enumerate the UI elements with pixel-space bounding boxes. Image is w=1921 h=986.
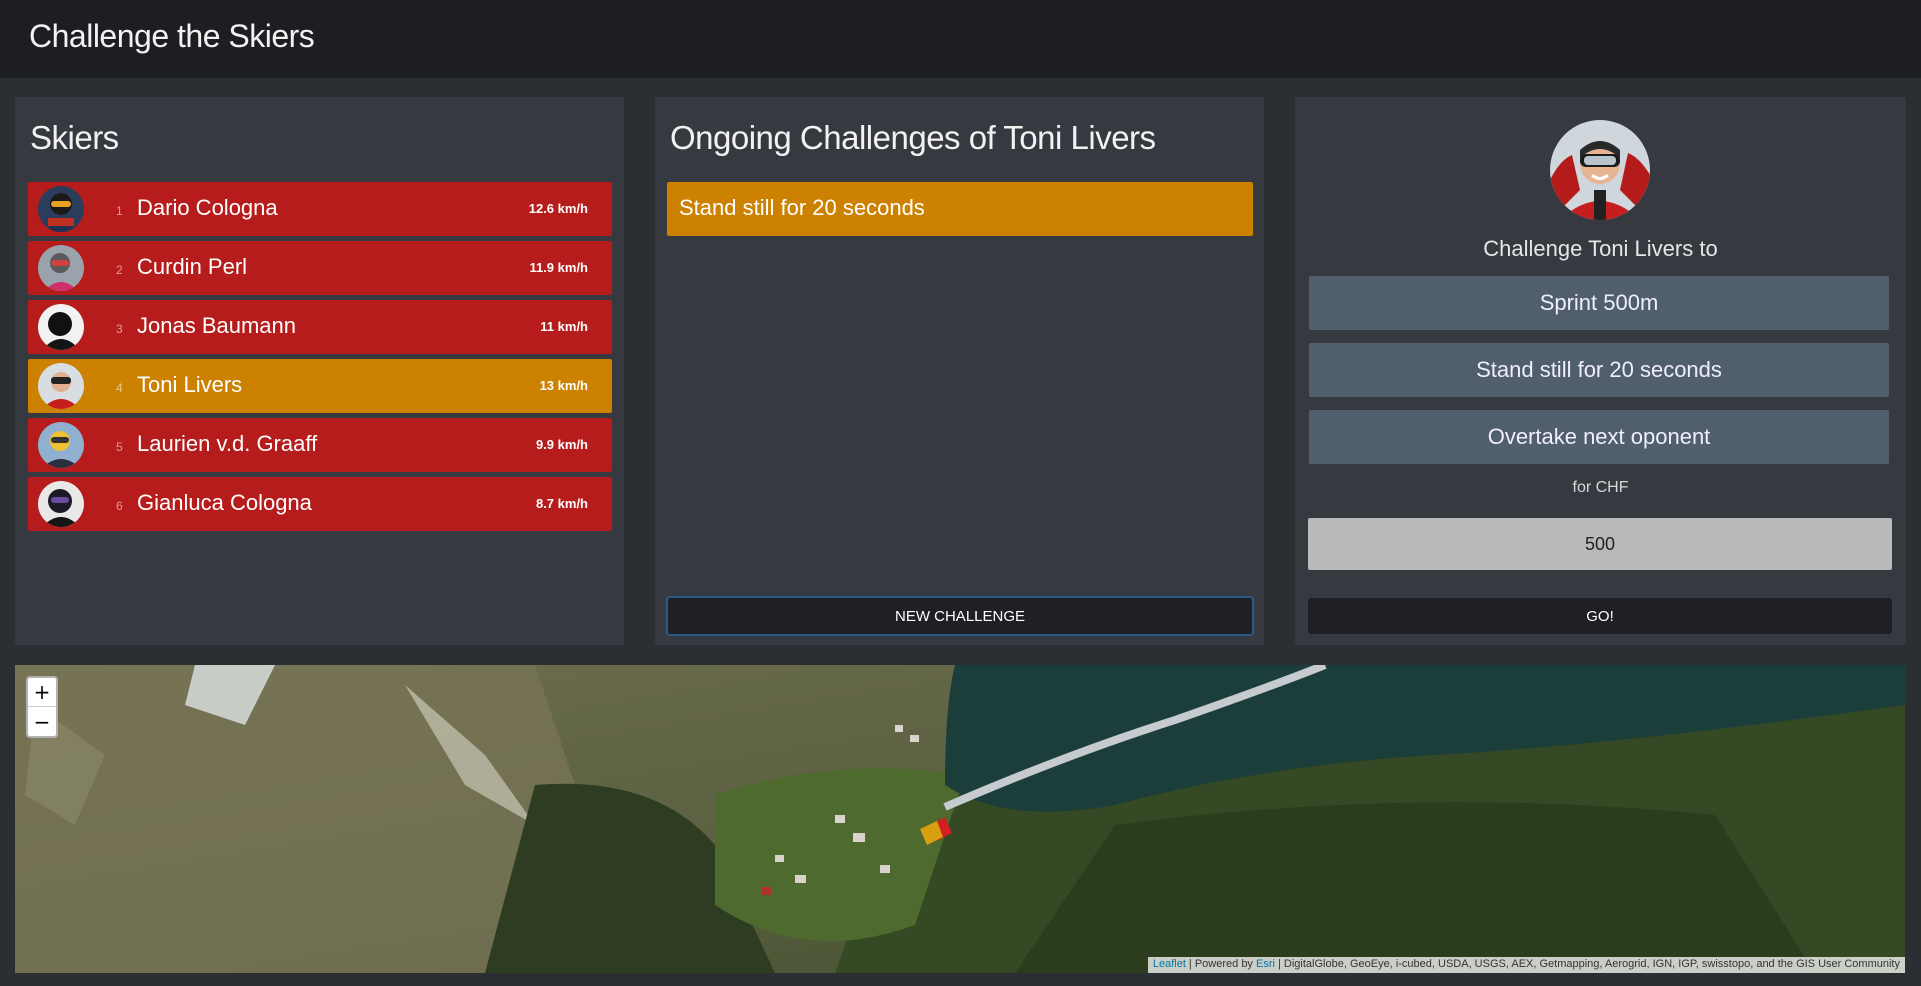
skier-name: Curdin Perl bbox=[137, 254, 248, 279]
avatar bbox=[38, 363, 84, 409]
skier-name: Jonas Baumann bbox=[137, 313, 296, 338]
skier-row[interactable]: 1 Dario Cologna 12.6 km/h bbox=[28, 182, 612, 236]
challenge-option-button[interactable]: Overtake next oponent bbox=[1309, 410, 1889, 464]
challenge-option-button[interactable]: Stand still for 20 seconds bbox=[1309, 343, 1889, 397]
skier-speed: 11.9 km/h bbox=[529, 260, 588, 275]
ongoing-challenges-panel: Ongoing Challenges of Toni Livers Stand … bbox=[655, 97, 1264, 645]
avatar bbox=[38, 304, 84, 350]
skiers-panel: Skiers 1 Dario Cologna 12.6 km/h 2 Curdi… bbox=[15, 97, 624, 645]
powered-by-text: | Powered by bbox=[1185, 958, 1256, 970]
satellite-map-image bbox=[15, 665, 1905, 973]
esri-link[interactable]: Esri bbox=[1256, 958, 1275, 970]
selected-skier-avatar bbox=[1550, 120, 1650, 220]
avatar bbox=[38, 481, 84, 527]
skier-rank: 5 bbox=[116, 440, 123, 454]
currency-label: for CHF bbox=[1572, 479, 1629, 496]
challenge-option-button[interactable]: Sprint 500m bbox=[1309, 276, 1889, 330]
avatar bbox=[38, 186, 84, 232]
skier-rank: 2 bbox=[116, 263, 123, 277]
ongoing-title: Ongoing Challenges of Toni Livers bbox=[670, 119, 1156, 156]
ongoing-challenge-item[interactable]: Stand still for 20 seconds bbox=[667, 182, 1253, 236]
attribution-sources: | DigitalGlobe, GeoEye, i-cubed, USDA, U… bbox=[1274, 958, 1900, 970]
skier-name: Gianluca Cologna bbox=[137, 490, 312, 515]
skier-speed: 13 km/h bbox=[539, 378, 588, 393]
skier-speed: 9.9 km/h bbox=[535, 437, 588, 452]
amount-input[interactable] bbox=[1308, 518, 1892, 570]
skier-row-selected[interactable]: 4 Toni Livers 13 km/h bbox=[28, 359, 612, 413]
zoom-out-button[interactable]: − bbox=[28, 707, 56, 736]
skier-rank: 3 bbox=[116, 322, 123, 336]
skier-row[interactable]: 3 Jonas Baumann 11 km/h bbox=[28, 300, 612, 354]
avatar bbox=[38, 245, 84, 291]
skier-name: Laurien v.d. Graaff bbox=[137, 431, 318, 456]
skier-name: Toni Livers bbox=[137, 372, 243, 397]
skier-speed: 8.7 km/h bbox=[535, 496, 588, 511]
zoom-in-button[interactable]: + bbox=[28, 678, 56, 707]
app-title: Challenge the Skiers bbox=[29, 18, 315, 54]
skier-speed: 12.6 km/h bbox=[528, 201, 588, 216]
leaflet-link[interactable]: Leaflet bbox=[1153, 958, 1186, 970]
challenge-prompt: Challenge Toni Livers to bbox=[1483, 236, 1718, 261]
skier-row[interactable]: 6 Gianluca Cologna 8.7 km/h bbox=[28, 477, 612, 531]
go-button[interactable]: GO! bbox=[1308, 598, 1892, 634]
skiers-title: Skiers bbox=[30, 119, 119, 156]
challenge-label: Stand still for 20 seconds bbox=[679, 195, 925, 220]
skier-rank: 1 bbox=[116, 204, 123, 218]
avatar bbox=[38, 422, 84, 468]
map[interactable]: + − Leaflet | Powered by Esri | DigitalG… bbox=[15, 665, 1905, 973]
map-attribution: Leaflet | Powered by Esri | DigitalGlobe… bbox=[1147, 957, 1905, 973]
top-bar: Challenge the Skiers bbox=[0, 0, 1921, 78]
skier-rank: 4 bbox=[116, 381, 123, 395]
skier-rank: 6 bbox=[116, 499, 123, 513]
zoom-control: + − bbox=[26, 676, 58, 738]
skier-row[interactable]: 2 Curdin Perl 11.9 km/h bbox=[28, 241, 612, 295]
skier-speed: 11 km/h bbox=[540, 319, 588, 334]
skier-name: Dario Cologna bbox=[137, 195, 278, 220]
skier-row[interactable]: 5 Laurien v.d. Graaff 9.9 km/h bbox=[28, 418, 612, 472]
challenge-form-panel: Challenge Toni Livers to Sprint 500m Sta… bbox=[1295, 97, 1906, 645]
new-challenge-button[interactable]: NEW CHALLENGE bbox=[666, 596, 1254, 636]
